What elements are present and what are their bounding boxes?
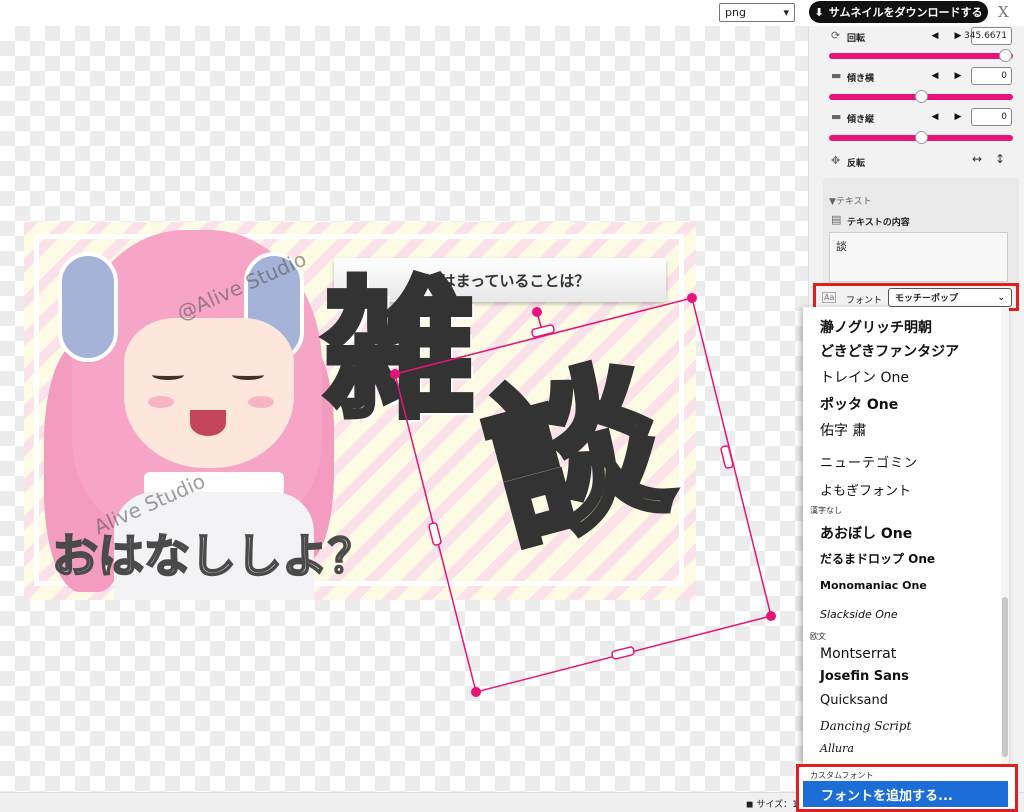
skew-x-slider[interactable] [829, 90, 1013, 103]
rotation-slider-knob[interactable] [999, 49, 1013, 62]
move-icon: ✥ [831, 154, 841, 167]
font-selected-value: モッチーポップ [895, 294, 959, 304]
edge-handle-right[interactable] [720, 445, 734, 469]
skew-y-row: ▬ 傾き縦 ◀ ▶ 0 [809, 107, 1024, 127]
size-label: ◼ サイズ：1 [746, 800, 798, 810]
flip-label: 反転 [847, 159, 866, 169]
font-option[interactable]: Slackside One [820, 608, 898, 621]
download-icon: ⬇ [814, 5, 824, 19]
font-label: フォント [846, 296, 883, 306]
font-icon: Aa [822, 292, 837, 303]
text-content-row: ▤ テキストの内容 [809, 210, 1024, 230]
skew-x-input[interactable]: 0 [971, 67, 1012, 85]
skew-y-icon: ▬ [831, 110, 842, 123]
character-mouth [190, 410, 226, 436]
resize-handle-bottom-right[interactable] [766, 611, 776, 621]
format-value: png [725, 6, 746, 19]
thumbnail-preview: @Alive Studio Alive Studio 最近はまっていることは？ … [24, 222, 696, 600]
chevron-down-icon: ▾ [783, 6, 789, 19]
title-char-zatsu[interactable]: 雑 [321, 274, 477, 430]
download-thumbnail-button[interactable]: ⬇ サムネイルをダウンロードする [809, 1, 988, 23]
skew-x-increment-button[interactable]: ▶ [949, 67, 967, 85]
format-select[interactable]: png ▾ [719, 3, 795, 22]
x-share-icon[interactable]: X [998, 3, 1009, 21]
rotate-icon: ⟳ [831, 29, 841, 42]
top-bar: png ▾ ⬇ サムネイルをダウンロードする X [0, 0, 1024, 26]
character-eye-left [152, 370, 184, 380]
skew-x-label: 傾き横 [847, 74, 875, 84]
skew-x-row: ▬ 傾き横 ◀ ▶ 0 [809, 66, 1024, 86]
font-option[interactable]: だるまドロップ One [820, 550, 935, 567]
rotation-slider[interactable] [829, 49, 1013, 62]
character-blush-left [148, 396, 174, 408]
character-eye-right [232, 370, 264, 380]
font-option[interactable]: Monomaniac One [820, 579, 927, 592]
custom-font-group: カスタムフォント フォントを追加する... [796, 764, 1018, 812]
skew-y-input[interactable]: 0 [971, 108, 1012, 126]
rotation-input[interactable]: 345.6671 [964, 27, 1012, 45]
font-option[interactable]: Josefin Sans [820, 669, 909, 684]
font-option[interactable]: よもぎフォント [820, 480, 911, 499]
character-face [124, 318, 294, 468]
group-label-latin: 欧文 [810, 632, 826, 641]
flip-row: ✥ 反転 ↔ ↕ [809, 151, 1024, 171]
skew-y-slider-knob[interactable] [914, 131, 928, 144]
rotation-decrement-button[interactable]: ◀ [926, 27, 944, 45]
character-blush-right [248, 396, 274, 408]
text-content-label: テキストの内容 [847, 218, 910, 228]
font-option[interactable]: あおぼし One [820, 523, 912, 543]
add-font-option[interactable]: フォントを追加する... [803, 781, 1008, 807]
font-option[interactable]: どきどきファンタジア [820, 341, 959, 361]
text-icon: ▤ [831, 213, 842, 226]
font-dropdown-list[interactable]: 瀞ノグリッチ明朝 どきどきファンタジア トレイン One ポッタ One 佑字 … [803, 307, 1009, 807]
font-option[interactable]: 佑字 肅 [820, 420, 866, 440]
font-option[interactable]: Dancing Script [820, 719, 911, 733]
editor-canvas[interactable]: @Alive Studio Alive Studio 最近はまっていることは？ … [0, 26, 808, 792]
resize-handle-bottom-left[interactable] [471, 687, 481, 697]
font-option[interactable]: Quicksand [820, 693, 888, 708]
text-section-title[interactable]: ▼テキスト [829, 194, 872, 207]
font-option[interactable]: Allura [820, 742, 854, 755]
group-label-custom: カスタムフォント [810, 771, 874, 780]
font-option[interactable]: 瀞ノグリッチ明朝 [820, 317, 932, 337]
skew-x-slider-knob[interactable] [914, 90, 928, 103]
size-text: サイズ：1 [756, 800, 798, 810]
skew-y-increment-button[interactable]: ▶ [949, 108, 967, 126]
rotation-label: 回転 [847, 34, 866, 44]
dropdown-scrollbar[interactable] [1001, 307, 1009, 807]
group-label-kanji-none: 漢字なし [810, 506, 842, 515]
chevron-down-icon: ⌄ [997, 292, 1005, 303]
rotation-row: ⟳ 回転 ◀ ▶ 345.6671 [809, 26, 1024, 46]
font-select[interactable]: モッチーポップ ⌄ [888, 288, 1012, 307]
flip-vertical-icon[interactable]: ↕ [995, 152, 1005, 166]
font-option[interactable]: トレイン One [820, 367, 909, 387]
headphone-left [58, 252, 118, 362]
font-option[interactable]: Montserrat [820, 646, 896, 662]
flip-horizontal-icon[interactable]: ↔ [972, 152, 982, 166]
skew-y-decrement-button[interactable]: ◀ [926, 108, 944, 126]
dropdown-scrollbar-thumb[interactable] [1002, 597, 1008, 757]
skew-x-decrement-button[interactable]: ◀ [926, 67, 944, 85]
font-option[interactable]: ニューテゴミン [820, 452, 918, 471]
edge-handle-bottom[interactable] [611, 646, 635, 660]
text-content-input[interactable]: 談 [829, 232, 1008, 282]
skew-y-label: 傾き縦 [847, 115, 875, 125]
download-label: サムネイルをダウンロードする [828, 6, 983, 19]
font-option[interactable]: ポッタ One [820, 394, 898, 414]
skew-y-slider[interactable] [829, 131, 1013, 144]
skew-x-icon: ▬ [831, 69, 842, 82]
subtitle-text[interactable]: おはなししよ？ [51, 520, 375, 586]
